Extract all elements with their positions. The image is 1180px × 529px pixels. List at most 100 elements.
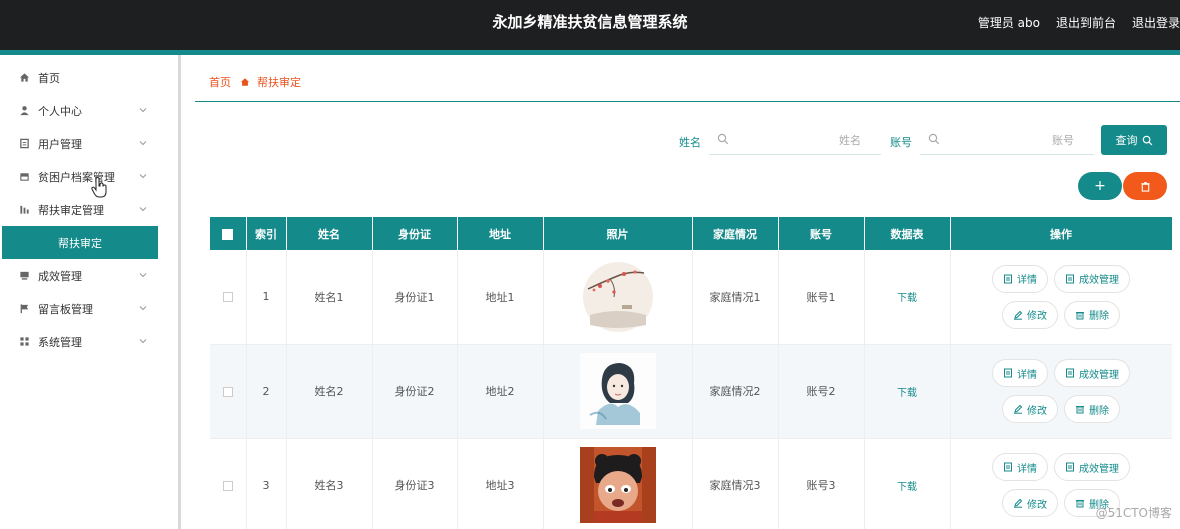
outcome-management-button[interactable]: 成效管理 <box>1054 359 1130 387</box>
breadcrumb-home[interactable]: 首页 <box>209 74 231 90</box>
archive-icon <box>18 171 30 183</box>
detail-button[interactable]: 详情 <box>992 359 1048 387</box>
detail-button[interactable]: 详情 <box>992 453 1048 481</box>
sidebar-item-outcome-management[interactable]: 成效管理 <box>0 259 178 292</box>
chart-icon <box>18 204 30 216</box>
sidebar-subitem-assistance-review[interactable]: 帮扶审定 <box>2 226 158 259</box>
name-search-input[interactable] <box>737 131 861 149</box>
back-to-front-link[interactable]: 退出到前台 <box>1056 14 1116 31</box>
cell-idcard: 身份证3 <box>372 438 458 529</box>
edit-icon <box>1014 498 1023 508</box>
cell-address: 地址1 <box>457 250 544 345</box>
outcome-label: 成效管理 <box>1079 463 1119 475</box>
trash-icon <box>1076 311 1084 320</box>
edit-label: 修改 <box>1027 499 1047 511</box>
plus-icon: + <box>1094 178 1106 194</box>
batch-delete-button[interactable] <box>1123 172 1167 200</box>
add-button[interactable]: + <box>1078 172 1122 200</box>
sidebar-item-home[interactable]: 首页 <box>0 61 178 94</box>
cell-index: 2 <box>246 344 287 439</box>
query-button[interactable]: 查询 <box>1101 125 1167 155</box>
delete-label: 删除 <box>1089 311 1109 323</box>
column-header-account: 账号 <box>778 217 865 250</box>
cell-family: 家庭情况1 <box>692 250 779 345</box>
delete-button[interactable]: 删除 <box>1064 300 1120 329</box>
column-header-family: 家庭情况 <box>692 217 779 250</box>
user-icon <box>18 105 30 117</box>
sidebar-item-personal-center[interactable]: 个人中心 <box>0 94 178 127</box>
detail-label: 详情 <box>1017 463 1037 475</box>
edit-icon <box>1014 310 1023 320</box>
cell-account: 账号2 <box>778 344 865 439</box>
column-header-datasheet: 数据表 <box>864 217 951 250</box>
outcome-label: 成效管理 <box>1079 369 1119 381</box>
cell-idcard: 身份证2 <box>372 344 458 439</box>
home-icon <box>240 77 250 87</box>
document-icon <box>1004 462 1012 472</box>
cell-address: 地址2 <box>457 344 544 439</box>
edit-button[interactable]: 修改 <box>1002 300 1058 329</box>
row-checkbox[interactable] <box>222 386 233 397</box>
cell-name: 姓名3 <box>286 438 373 529</box>
sidebar-item-message-board[interactable]: 留言板管理 <box>0 292 178 325</box>
data-table: 索引 姓名 身份证 地址 照片 家庭情况 账号 数据表 操作 1 姓名1 身份证… <box>210 217 1172 529</box>
table-row: 3 姓名3 身份证3 地址3 家庭情况3 账号3 下载 详情 成效管理 修改 删… <box>210 438 1172 529</box>
query-button-label: 查询 <box>1115 134 1138 147</box>
name-search-field <box>709 125 881 155</box>
sidebar-item-assistance-review[interactable]: 帮扶审定管理 <box>0 193 178 226</box>
chevron-down-icon <box>139 339 147 344</box>
plum-blossom-photo <box>582 261 653 332</box>
download-link[interactable]: 下载 <box>897 482 917 493</box>
cell-address: 地址3 <box>457 438 544 529</box>
download-link[interactable]: 下载 <box>897 388 917 399</box>
sidebar-item-label: 成效管理 <box>38 269 82 283</box>
cell-index: 1 <box>246 250 287 345</box>
edit-button[interactable]: 修改 <box>1002 395 1058 423</box>
ink-portrait-photo <box>579 353 656 429</box>
delete-label: 删除 <box>1089 405 1109 417</box>
sidebar-item-system-management[interactable]: 系统管理 <box>0 325 178 358</box>
cell-name: 姓名1 <box>286 250 373 345</box>
download-link[interactable]: 下载 <box>897 293 917 304</box>
flag-icon <box>18 303 30 315</box>
grid-icon <box>18 336 30 348</box>
search-icon <box>928 133 940 145</box>
top-bar: 永加乡精准扶贫信息管理系统 管理员 abo 退出到前台 退出登录 <box>0 0 1180 50</box>
row-checkbox[interactable] <box>222 480 233 491</box>
sidebar-item-poor-household-archive[interactable]: 贫困户档案管理 <box>0 160 178 193</box>
edit-label: 修改 <box>1027 405 1047 417</box>
column-header-address: 地址 <box>457 217 544 250</box>
sidebar-item-label: 系统管理 <box>38 335 82 349</box>
document-icon <box>1004 368 1012 378</box>
edit-icon <box>1014 404 1023 414</box>
row-checkbox[interactable] <box>222 292 233 303</box>
cell-idcard: 身份证1 <box>372 250 458 345</box>
row-actions: 详情 成效管理 修改 删除 <box>951 264 1172 329</box>
table-row: 2 姓名2 身份证2 地址2 家庭情况2 账号2 下载 详情 成效管理 修改 删… <box>210 344 1172 439</box>
list-icon <box>18 270 30 282</box>
home-icon <box>18 72 30 84</box>
cell-name: 姓名2 <box>286 344 373 439</box>
name-search-label: 姓名 <box>679 136 701 149</box>
cartoon-character-photo <box>579 447 656 523</box>
outcome-management-button[interactable]: 成效管理 <box>1054 264 1130 293</box>
sidebar-item-label: 留言板管理 <box>38 302 93 316</box>
account-search-input[interactable] <box>948 131 1074 149</box>
select-all-checkbox[interactable] <box>222 228 234 240</box>
column-header-photo: 照片 <box>543 217 693 250</box>
admin-label: 管理员 abo <box>977 15 1040 30</box>
trash-icon <box>1140 181 1150 192</box>
edit-button[interactable]: 修改 <box>1002 489 1058 517</box>
logout-link[interactable]: 退出登录 <box>1132 14 1180 31</box>
sidebar-item-label: 个人中心 <box>38 104 82 118</box>
select-all-header <box>210 217 247 250</box>
outcome-management-button[interactable]: 成效管理 <box>1054 453 1130 481</box>
column-header-idcard: 身份证 <box>372 217 458 250</box>
cell-family: 家庭情况3 <box>692 438 779 529</box>
search-bar: 姓名 账号 查询 <box>0 125 1180 157</box>
document-icon <box>1066 462 1074 472</box>
chevron-up-icon <box>139 207 147 212</box>
detail-button[interactable]: 详情 <box>992 264 1048 293</box>
chevron-down-icon <box>139 108 147 113</box>
delete-button[interactable]: 删除 <box>1064 395 1120 423</box>
